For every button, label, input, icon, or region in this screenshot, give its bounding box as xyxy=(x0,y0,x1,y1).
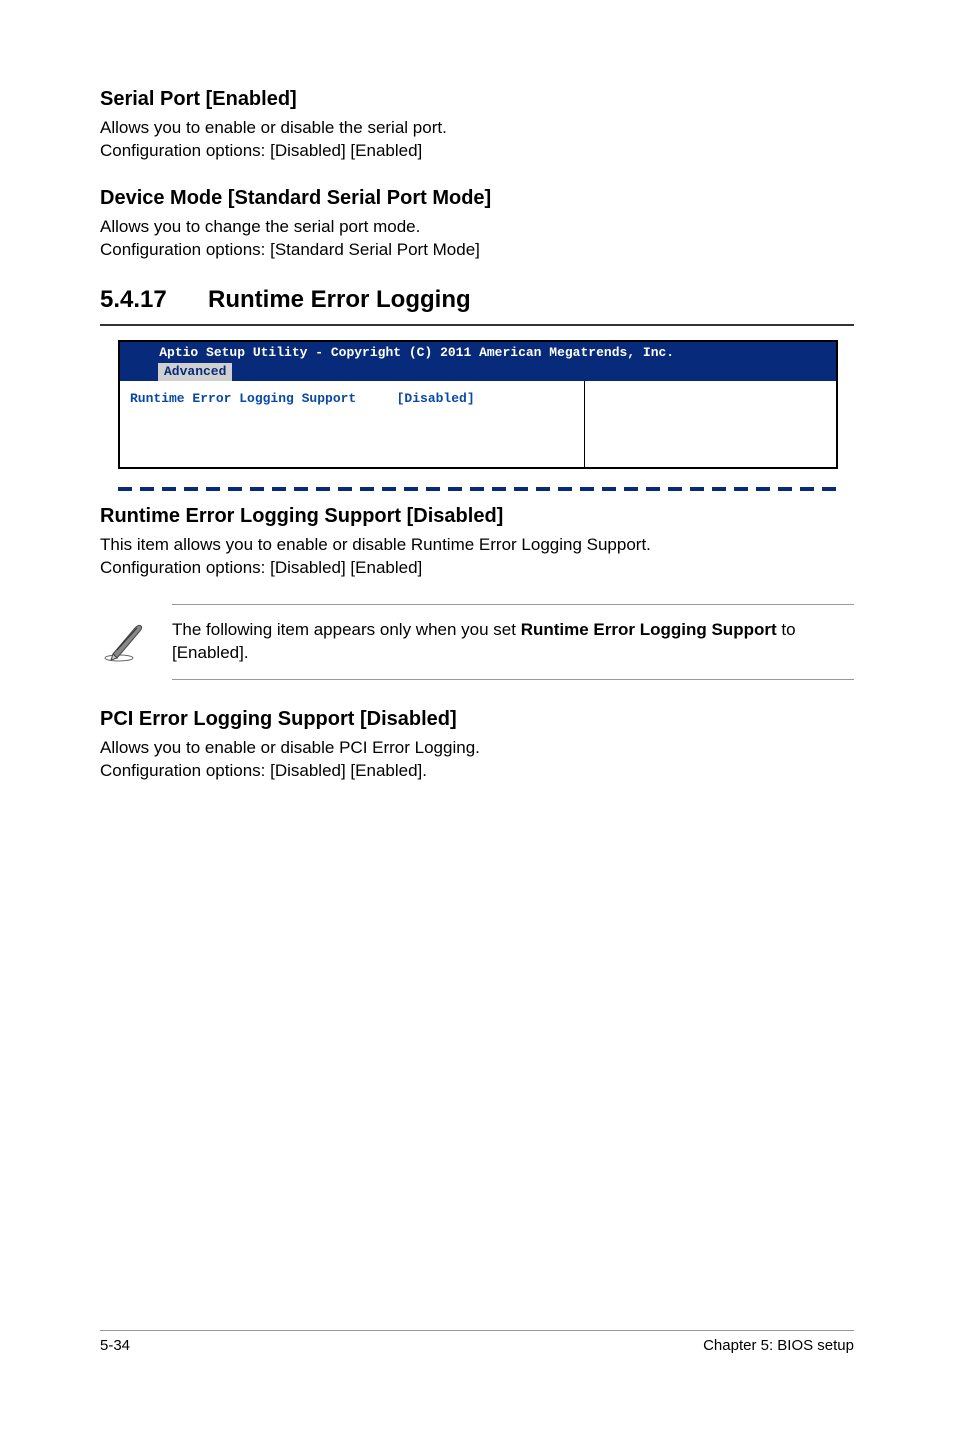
note-pre-text: The following item appears only when you… xyxy=(172,620,521,639)
bios-left-pane: Runtime Error Logging Support [Disabled] xyxy=(120,381,585,467)
text-line: Allows you to enable or disable PCI Erro… xyxy=(100,738,480,757)
bios-screenshot: Aptio Setup Utility - Copyright (C) 2011… xyxy=(118,340,838,470)
heading-serial-port: Serial Port [Enabled] xyxy=(100,88,854,111)
paragraph-device-mode: Allows you to change the serial port mod… xyxy=(100,216,854,262)
note-bold-text: Runtime Error Logging Support xyxy=(521,620,777,639)
paragraph-runtime-support: This item allows you to enable or disabl… xyxy=(100,534,854,580)
heading-runtime-support: Runtime Error Logging Support [Disabled] xyxy=(100,505,854,528)
text-line: This item allows you to enable or disabl… xyxy=(100,535,651,554)
heading-underline xyxy=(100,324,854,326)
bios-header: Aptio Setup Utility - Copyright (C) 2011… xyxy=(120,342,836,382)
pen-icon xyxy=(100,617,150,667)
note-text: The following item appears only when you… xyxy=(172,604,854,680)
text-line: Allows you to enable or disable the seri… xyxy=(100,118,447,137)
heading-title: Runtime Error Logging xyxy=(208,286,471,313)
heading-device-mode: Device Mode [Standard Serial Port Mode] xyxy=(100,187,854,210)
text-line: Configuration options: [Disabled] [Enabl… xyxy=(100,558,422,577)
page-number: 5-34 xyxy=(100,1337,130,1354)
bios-right-pane xyxy=(585,381,836,467)
paragraph-pci-error: Allows you to enable or disable PCI Erro… xyxy=(100,737,854,783)
chapter-label: Chapter 5: BIOS setup xyxy=(703,1337,854,1354)
page-footer: 5-34 Chapter 5: BIOS setup xyxy=(100,1330,854,1354)
text-line: Configuration options: [Standard Serial … xyxy=(100,240,480,259)
paragraph-serial-port: Allows you to enable or disable the seri… xyxy=(100,117,854,163)
note-block: The following item appears only when you… xyxy=(100,604,854,680)
bios-tab-advanced: Advanced xyxy=(158,363,232,381)
bios-body: Runtime Error Logging Support [Disabled] xyxy=(120,381,836,467)
bios-bottom-dash xyxy=(118,487,838,491)
text-line: Configuration options: [Disabled] [Enabl… xyxy=(100,141,422,160)
bios-header-text: Aptio Setup Utility - Copyright (C) 2011… xyxy=(159,345,674,360)
heading-number: 5.4.17 xyxy=(100,286,208,314)
heading-runtime-error-logging: 5.4.17Runtime Error Logging xyxy=(100,286,854,314)
bios-item-label: Runtime Error Logging Support xyxy=(130,391,397,457)
heading-pci-error: PCI Error Logging Support [Disabled] xyxy=(100,708,854,731)
text-line: Configuration options: [Disabled] [Enabl… xyxy=(100,761,427,780)
bios-item-value: [Disabled] xyxy=(397,391,575,457)
text-line: Allows you to change the serial port mod… xyxy=(100,217,420,236)
